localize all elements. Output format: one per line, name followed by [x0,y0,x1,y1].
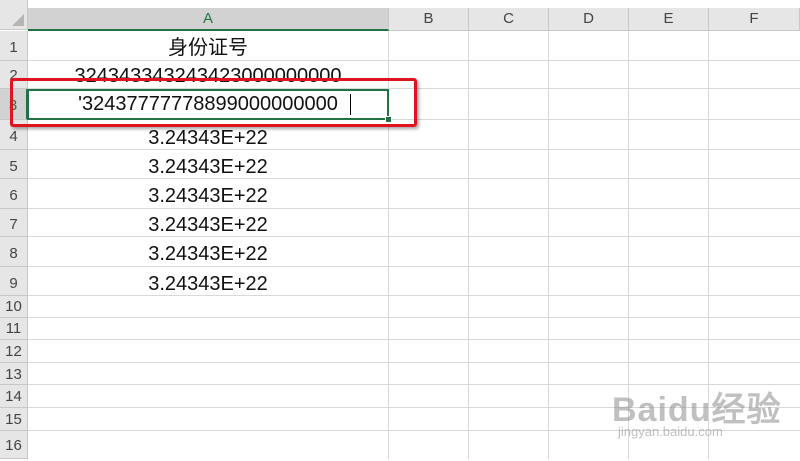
gridline [708,31,709,459]
cell-a8[interactable]: 3.24343E+22 [28,237,388,267]
cell-a5[interactable]: 3.24343E+22 [28,150,388,179]
gridline [28,317,800,318]
cell-a9[interactable]: 3.24343E+22 [28,267,388,296]
cell-a1[interactable]: 身份证号 [28,31,388,61]
row-header-10[interactable]: 10 [0,296,28,318]
gridline [28,430,800,431]
column-header-f[interactable]: F [709,8,800,31]
select-all-triangle-icon [12,14,24,26]
row-header-12[interactable]: 12 [0,340,28,363]
row-header-5[interactable]: 5 [0,150,28,179]
highlight-annotation-box [10,78,417,127]
gridline [28,362,800,363]
cell-a6[interactable]: 3.24343E+22 [28,179,388,209]
gridline [548,31,549,459]
gridline [468,31,469,459]
column-header-c[interactable]: C [469,8,549,31]
row-header-7[interactable]: 7 [0,209,28,237]
gridline [628,31,629,459]
gridline [28,407,800,408]
select-all-corner[interactable] [0,0,28,30]
row-header-16[interactable]: 16 [0,431,28,459]
row-header-1[interactable]: 1 [0,31,28,61]
gridline [28,384,800,385]
cell-a7[interactable]: 3.24343E+22 [28,209,388,237]
row-header-11[interactable]: 11 [0,318,28,340]
column-header-a[interactable]: A [28,8,389,31]
column-header-b[interactable]: B [389,8,469,31]
row-header-15[interactable]: 15 [0,408,28,431]
column-header-d[interactable]: D [549,8,629,31]
gridline [28,339,800,340]
row-header-13[interactable]: 13 [0,363,28,385]
column-header-e[interactable]: E [629,8,709,31]
row-header-9[interactable]: 9 [0,267,28,296]
row-header-14[interactable]: 14 [0,385,28,408]
row-header-8[interactable]: 8 [0,237,28,267]
row-header-6[interactable]: 6 [0,179,28,209]
spreadsheet-grid: A B C D E F 1 2 3 4 5 6 7 8 9 10 11 12 1… [0,0,800,459]
